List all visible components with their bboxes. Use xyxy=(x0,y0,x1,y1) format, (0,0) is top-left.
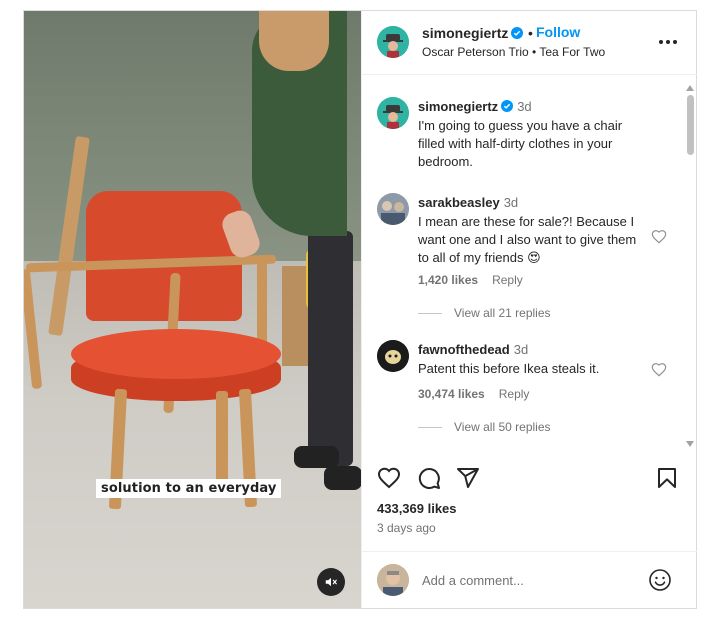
comment-meta: 30,474 likes Reply xyxy=(418,387,529,401)
post-dialog: solution to an everyday simonegiertz • F… xyxy=(23,10,697,609)
likes-count[interactable]: 433,369 likes xyxy=(377,501,457,516)
divider-line xyxy=(418,312,442,314)
comment-username-text[interactable]: simonegiertz xyxy=(418,99,498,114)
more-options-icon[interactable] xyxy=(658,39,678,45)
header-separator: • xyxy=(528,25,533,41)
comment-username[interactable]: fawnofthedead 3d xyxy=(418,342,528,357)
person-shoe xyxy=(294,446,339,468)
comment-username[interactable]: simonegiertz 3d xyxy=(418,99,532,114)
profile-picture-icon xyxy=(377,193,409,225)
reply-button[interactable]: Reply xyxy=(499,387,530,401)
post-side-panel: simonegiertz • Follow Oscar Peterson Tri… xyxy=(361,11,697,608)
view-replies-label[interactable]: View all 21 replies xyxy=(454,306,551,320)
comment-time[interactable]: 3d xyxy=(517,99,531,114)
share-icon[interactable] xyxy=(456,466,480,490)
profile-picture-icon xyxy=(377,97,409,129)
header-username[interactable]: simonegiertz xyxy=(422,25,524,41)
profile-picture-icon xyxy=(377,26,409,58)
avatar[interactable] xyxy=(377,97,409,129)
scroll-down-arrow-icon[interactable] xyxy=(686,441,694,447)
scroll-up-arrow-icon[interactable] xyxy=(686,85,694,91)
heart-icon[interactable] xyxy=(651,362,667,378)
comments-scrollbar[interactable] xyxy=(684,83,696,448)
avatar[interactable] xyxy=(377,340,409,372)
comment-time[interactable]: 3d xyxy=(504,195,518,210)
comment-username[interactable]: sarakbeasley 3d xyxy=(418,195,518,210)
comment-time[interactable]: 3d xyxy=(514,342,528,357)
comments-list: simonegiertz 3d I'm going to guess you ha… xyxy=(362,76,697,448)
comment-username-text[interactable]: sarakbeasley xyxy=(418,195,500,210)
comment-text: I mean are these for sale?! Because I wa… xyxy=(418,214,637,265)
divider-line xyxy=(418,426,442,428)
person-hair xyxy=(259,11,329,71)
add-comment-bar xyxy=(362,551,697,608)
comment-username-text[interactable]: fawnofthedead xyxy=(418,342,510,357)
chair-seat xyxy=(71,329,281,379)
chair-arm-support xyxy=(257,259,267,349)
header-username-text[interactable]: simonegiertz xyxy=(422,25,508,41)
emoji-icon[interactable] xyxy=(648,568,672,592)
verified-badge-icon xyxy=(511,27,524,39)
reply-button[interactable]: Reply xyxy=(492,273,523,287)
post-actions-bar xyxy=(362,458,697,498)
view-replies-button[interactable]: View all 21 replies xyxy=(418,306,551,320)
audio-track-link[interactable]: Oscar Peterson Trio • Tea For Two xyxy=(422,45,605,59)
scrollbar-thumb[interactable] xyxy=(687,95,694,155)
profile-picture-icon xyxy=(377,340,409,372)
comment-icon[interactable] xyxy=(417,466,441,490)
muted-speaker-icon xyxy=(325,577,337,587)
heart-icon[interactable] xyxy=(651,229,667,245)
comment-likes[interactable]: 30,474 likes xyxy=(418,387,485,401)
post-header: simonegiertz • Follow Oscar Peterson Tri… xyxy=(362,11,697,75)
avatar[interactable] xyxy=(377,26,409,58)
caption-comment: simonegiertz 3d I'm going to guess you ha… xyxy=(362,97,682,169)
avatar[interactable] xyxy=(377,193,409,225)
comment-text: I'm going to guess you have a chair fill… xyxy=(418,118,623,169)
chair-leg xyxy=(216,391,228,481)
post-time[interactable]: 3 days ago xyxy=(377,521,436,535)
comment-text: Patent this before Ikea steals it. xyxy=(418,361,600,376)
person-legs xyxy=(308,231,353,466)
comment-item: fawnofthedead 3d Patent this before Ikea … xyxy=(362,340,682,440)
video-caption-sticker: solution to an everyday xyxy=(96,479,282,498)
comment-meta: 1,420 likes Reply xyxy=(418,273,523,287)
profile-picture-icon xyxy=(377,564,409,596)
follow-button[interactable]: Follow xyxy=(536,24,580,40)
bookmark-icon[interactable] xyxy=(655,466,679,490)
add-comment-input[interactable] xyxy=(422,570,642,590)
verified-badge-icon xyxy=(501,100,514,112)
comment-item: sarakbeasley 3d I mean are these for sale… xyxy=(362,193,682,323)
avatar xyxy=(377,564,409,596)
person-shoe xyxy=(324,466,361,490)
heart-icon[interactable] xyxy=(377,466,401,490)
view-replies-button[interactable]: View all 50 replies xyxy=(418,420,551,434)
view-replies-label[interactable]: View all 50 replies xyxy=(454,420,551,434)
comment-likes[interactable]: 1,420 likes xyxy=(418,273,478,287)
mute-button[interactable] xyxy=(317,568,345,596)
post-video[interactable]: solution to an everyday xyxy=(24,11,361,608)
